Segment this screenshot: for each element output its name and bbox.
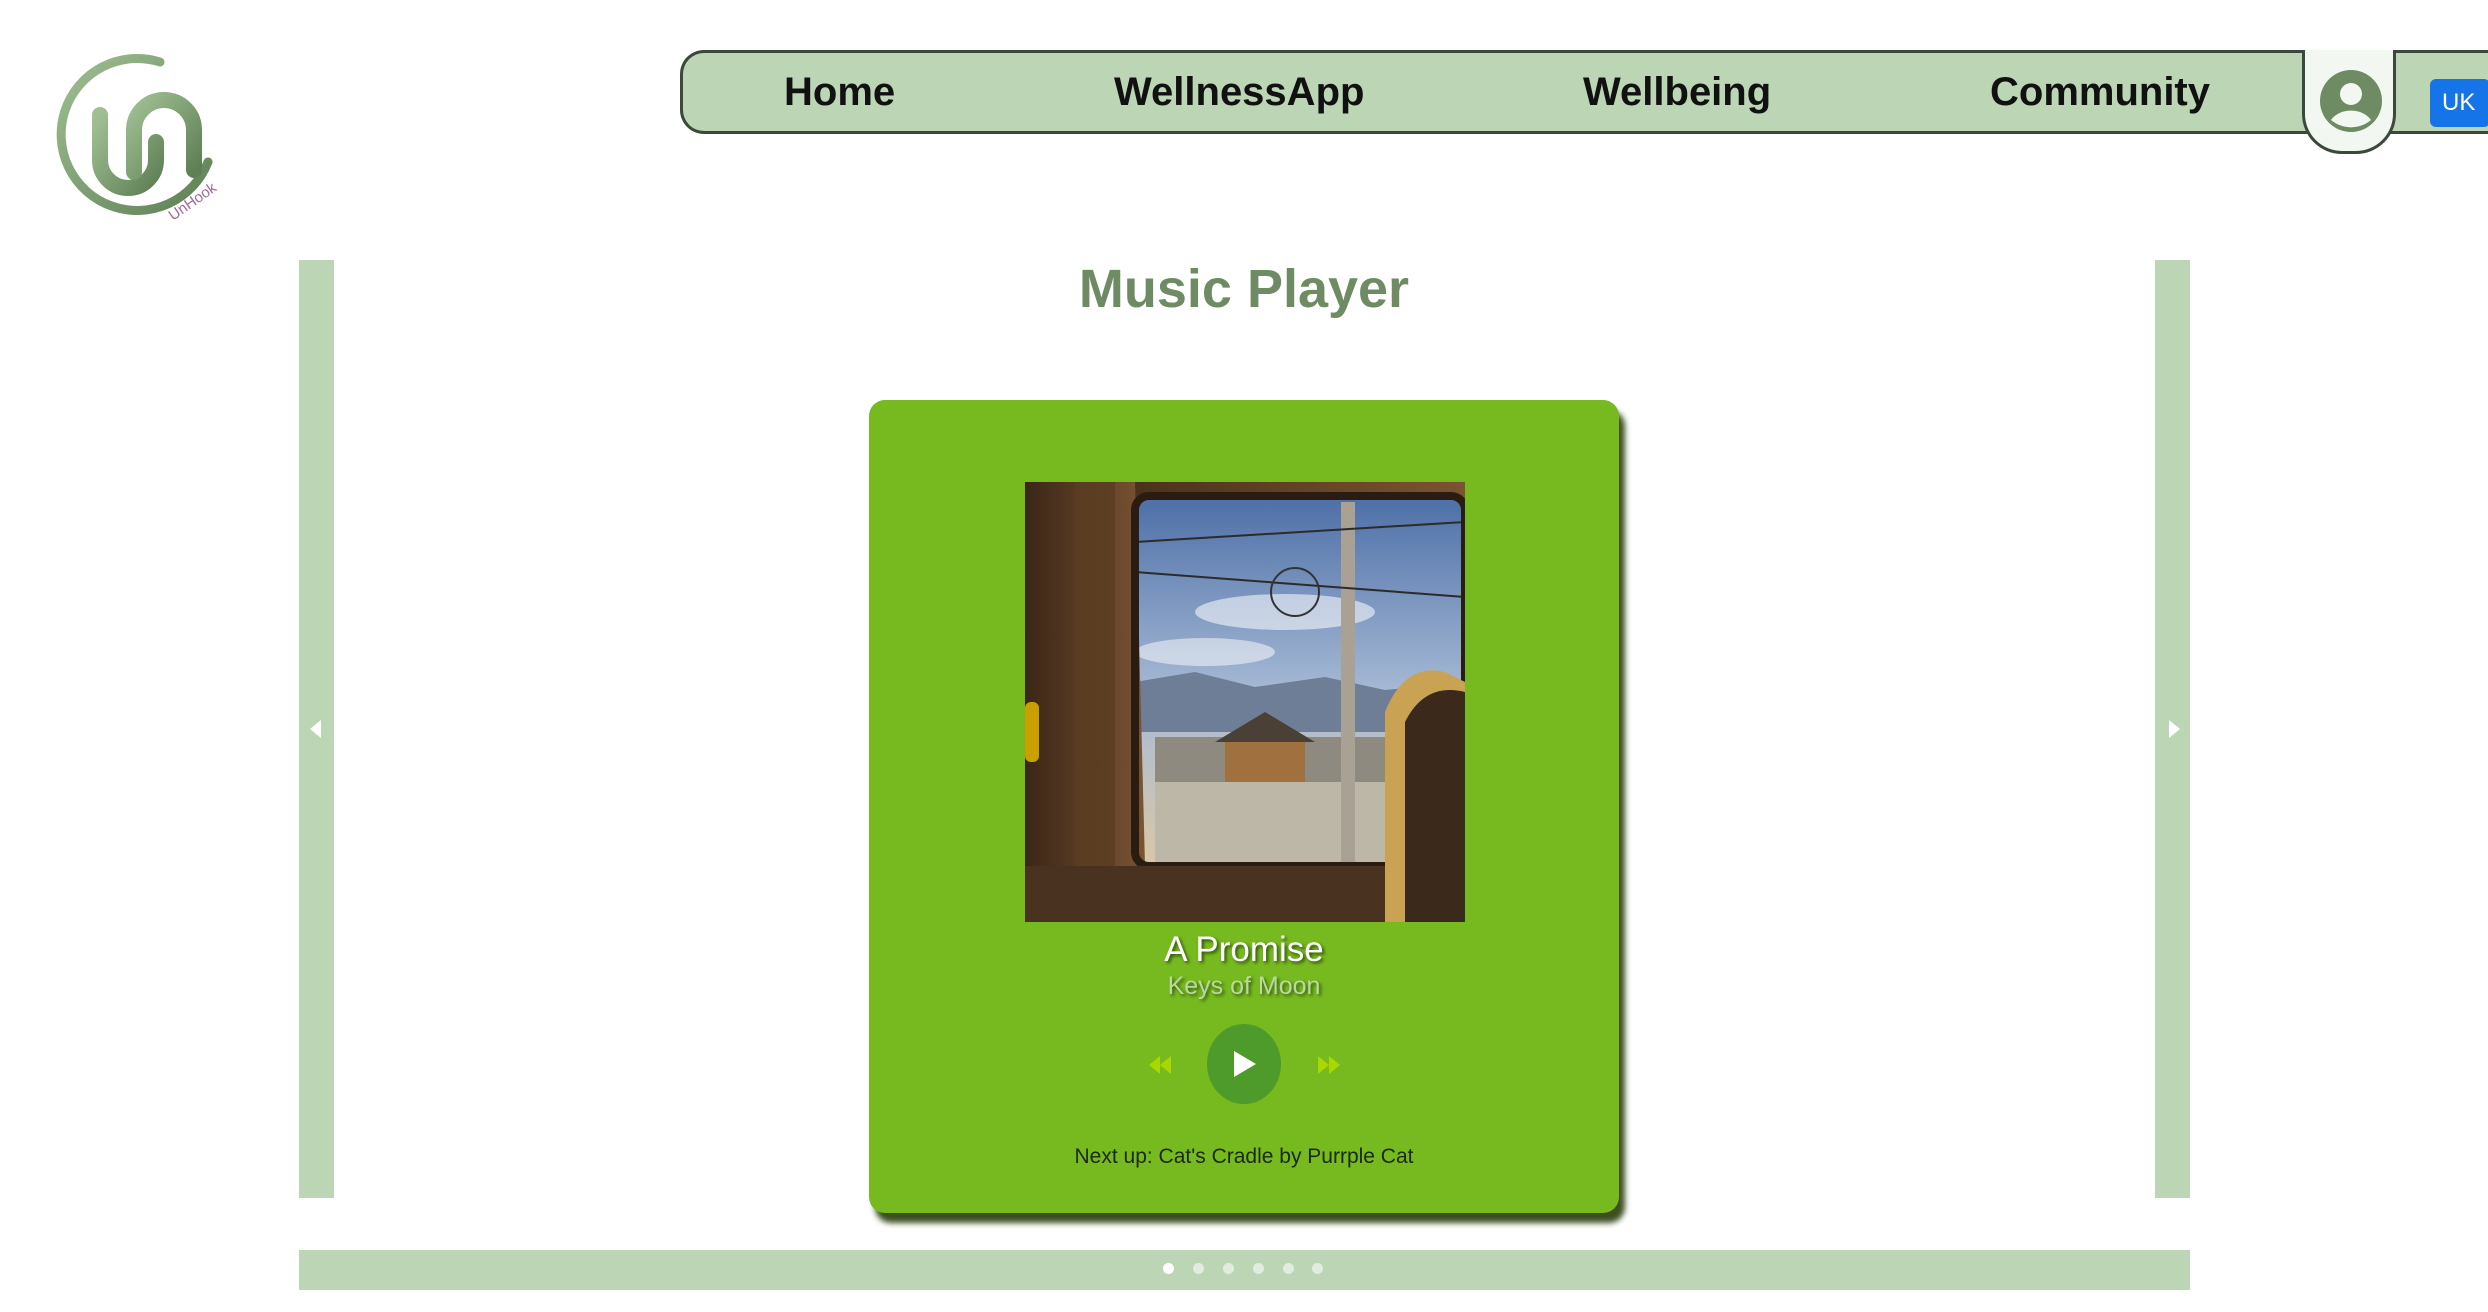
user-avatar-icon: [2320, 70, 2382, 132]
chevron-right-icon: [2169, 720, 2180, 738]
song-artist: Keys of Moon: [1167, 972, 1321, 1000]
unhook-logo-icon: UnHook: [56, 54, 220, 224]
nav-wellnessapp[interactable]: WellnessApp: [1114, 53, 1364, 131]
nav-community[interactable]: Community: [1990, 53, 2210, 131]
rewind-icon: [1149, 1056, 1171, 1074]
profile-button[interactable]: [2302, 50, 2396, 154]
chevron-left-icon: [310, 720, 321, 738]
slide-indicator-3[interactable]: [1223, 1263, 1234, 1274]
slide-indicator-4[interactable]: [1253, 1263, 1264, 1274]
slide-indicator-6[interactable]: [1312, 1263, 1323, 1274]
slide-indicator-2[interactable]: [1193, 1263, 1204, 1274]
carousel-indicators: [299, 1250, 2190, 1290]
music-player-card: A Promise Keys of Moon Next up: Cat's Cr…: [869, 400, 1619, 1213]
fast-forward-icon: [1318, 1056, 1340, 1074]
nav-home[interactable]: Home: [784, 53, 895, 131]
nav-wellbeing[interactable]: Wellbeing: [1583, 53, 1771, 131]
rewind-button[interactable]: [1147, 1054, 1173, 1081]
next-up-text: Next up: Cat's Cradle by Purrple Cat: [1074, 1145, 1414, 1168]
slide-indicator-5[interactable]: [1283, 1263, 1294, 1274]
play-icon: [1234, 1051, 1256, 1077]
carousel-prev-button[interactable]: [299, 260, 334, 1198]
play-button[interactable]: [1207, 1024, 1281, 1104]
song-title: A Promise: [1164, 930, 1324, 969]
album-cover-image: [1025, 482, 1465, 922]
carousel-next-button[interactable]: [2155, 260, 2190, 1198]
unhook-logo[interactable]: UnHook: [50, 50, 225, 230]
slide-indicator-1[interactable]: [1163, 1263, 1174, 1274]
main-nav: Home WellnessApp Wellbeing Community: [680, 50, 2488, 134]
fast-forward-button[interactable]: [1316, 1054, 1342, 1081]
language-button[interactable]: UK: [2430, 79, 2488, 127]
page-title: Music Player: [1078, 259, 1410, 319]
